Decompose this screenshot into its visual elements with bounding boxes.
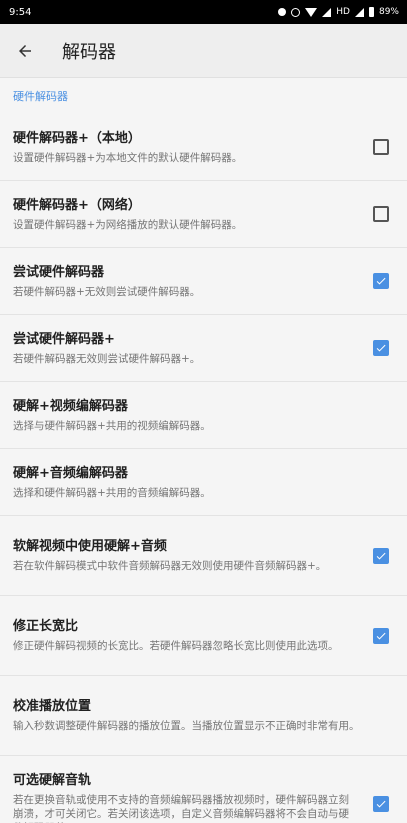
setting-title: 硬件解码器+（网络）: [13, 197, 141, 213]
check-icon: [376, 632, 386, 639]
setting-summary: 若硬件解码器+无效则尝试硬件解码器。: [13, 285, 201, 298]
setting-hw-decoder-plus-local[interactable]: 硬件解码器+（本地） 设置硬件解码器+为本地文件的默认硬件解码器。: [0, 114, 407, 181]
setting-title: 尝试硬件解码器: [13, 264, 105, 280]
setting-hw-decoder-plus-network[interactable]: 硬件解码器+（网络） 设置硬件解码器+为网络播放的默认硬件解码器。: [0, 181, 407, 248]
setting-optional-hw-audio-track[interactable]: 可选硬解音轨 若在更换音轨或使用不支持的音频编解码器播放视频时，硬件解码器立刻崩…: [0, 756, 407, 823]
notification-dot-icon: [278, 8, 287, 16]
status-time: 9:54: [9, 6, 32, 18]
status-bar: 9:54 HD 89%: [0, 0, 407, 24]
setting-sw-video-hw-plus-audio[interactable]: 软解视频中使用硬解+音频 若在软件解码模式中软件音频解码器无效则使用硬件音频解码…: [0, 516, 407, 596]
wifi-icon: [305, 7, 318, 17]
status-icons: HD 89%: [278, 7, 399, 17]
page-title: 解码器: [62, 41, 116, 63]
setting-title: 修正长宽比: [13, 619, 79, 634]
setting-title: 尝试硬件解码器+: [13, 331, 115, 347]
checkbox-checked[interactable]: [373, 547, 389, 564]
setting-try-hw-decoder[interactable]: 尝试硬件解码器 若硬件解码器+无效则尝试硬件解码器。: [0, 248, 407, 315]
setting-summary: 设置硬件解码器+为网络播放的默认硬件解码器。: [13, 218, 243, 231]
setting-summary: 设置硬件解码器+为本地文件的默认硬件解码器。: [13, 151, 243, 164]
setting-summary: 选择和硬件解码器+共用的音频编解码器。: [13, 486, 211, 499]
app-bar: 解码器: [0, 24, 407, 78]
setting-title: 可选硬解音轨: [13, 773, 92, 788]
setting-summary: 选择与硬件解码器+共用的视频编解码器。: [13, 419, 211, 432]
checkbox-unchecked[interactable]: [373, 206, 389, 222]
setting-try-hw-decoder-plus[interactable]: 尝试硬件解码器+ 若硬件解码器无效则尝试硬件解码器+。: [0, 315, 407, 382]
check-icon: [376, 552, 386, 559]
setting-fix-aspect-ratio[interactable]: 修正长宽比 修正硬件解码视频的长宽比。若硬件解码器忽略长宽比则使用此选项。: [0, 596, 407, 676]
check-icon: [376, 344, 386, 352]
checkbox-checked[interactable]: [373, 627, 389, 644]
check-icon: [376, 800, 386, 807]
setting-title: 校准播放位置: [13, 699, 92, 714]
setting-summary: 输入秒数调整硬件解码器的播放位置。当播放位置显示不正确时非常有用。: [13, 720, 360, 732]
network-type-label: HD: [336, 7, 350, 17]
alarm-icon: [291, 7, 301, 17]
setting-hw-plus-video-codec[interactable]: 硬解+视频编解码器 选择与硬件解码器+共用的视频编解码器。: [0, 382, 407, 449]
setting-hw-plus-audio-codec[interactable]: 硬解+音频编解码器 选择和硬件解码器+共用的音频编解码器。: [0, 449, 407, 516]
battery-percent: 89%: [378, 7, 399, 17]
signal-icon-2: [354, 7, 364, 17]
checkbox-checked[interactable]: [373, 273, 389, 289]
setting-title: 软解视频中使用硬解+音频: [13, 539, 167, 554]
back-arrow-icon[interactable]: [14, 40, 36, 62]
battery-icon: [368, 7, 374, 17]
checkbox-checked[interactable]: [373, 340, 389, 356]
setting-summary: 若硬件解码器无效则尝试硬件解码器+。: [13, 352, 201, 365]
setting-calibrate-position[interactable]: 校准播放位置 输入秒数调整硬件解码器的播放位置。当播放位置显示不正确时非常有用。: [0, 676, 407, 756]
setting-summary: 修正硬件解码视频的长宽比。若硬件解码器忽略长宽比则使用此选项。: [13, 640, 339, 652]
signal-icon: [322, 7, 332, 17]
checkbox-checked[interactable]: [373, 795, 389, 812]
check-icon: [376, 277, 386, 285]
section-header-hardware-decoder: 硬件解码器: [13, 90, 68, 103]
setting-title: 硬解+视频编解码器: [13, 398, 128, 414]
setting-title: 硬件解码器+（本地）: [13, 130, 141, 146]
settings-list: 硬件解码器+（本地） 设置硬件解码器+为本地文件的默认硬件解码器。 硬件解码器+…: [0, 114, 407, 823]
setting-summary: 若在更换音轨或使用不支持的音频编解码器播放视频时，硬件解码器立刻崩溃，才可关闭它…: [13, 794, 349, 823]
setting-title: 硬解+音频编解码器: [13, 465, 128, 481]
checkbox-unchecked[interactable]: [373, 139, 389, 155]
setting-summary: 若在软件解码模式中软件音频解码器无效则使用硬件音频解码器+。: [13, 560, 327, 572]
